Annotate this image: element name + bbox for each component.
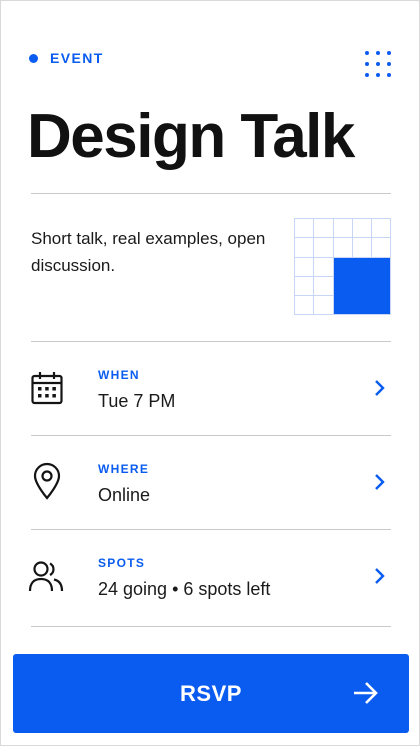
detail-row-spots[interactable]: SPOTS 24 going • 6 spots left xyxy=(28,529,391,623)
location-pin-icon xyxy=(33,462,61,500)
page-title: Design Talk xyxy=(27,102,355,171)
grid-dot xyxy=(387,73,391,77)
rsvp-button[interactable]: RSVP xyxy=(13,654,409,733)
chevron-right-icon xyxy=(375,474,385,490)
divider xyxy=(31,626,391,627)
detail-row-when[interactable]: WHEN Tue 7 PM xyxy=(31,341,391,435)
grid-dot xyxy=(376,73,380,77)
event-card-screen: EVENT Design Talk Short talk, real examp… xyxy=(0,0,420,746)
grid-dots-icon xyxy=(365,51,369,55)
arrow-right-icon xyxy=(354,682,378,704)
detail-value: Online xyxy=(98,485,151,505)
event-description: Short talk, real examples, open discussi… xyxy=(31,229,266,275)
detail-label: WHEN xyxy=(98,368,140,382)
grid-menu-button[interactable] xyxy=(365,51,395,81)
grid-dot xyxy=(365,62,369,66)
detail-row-where[interactable]: WHERE Online xyxy=(31,435,391,529)
detail-label: SPOTS xyxy=(98,556,146,570)
grid-dot xyxy=(387,62,391,66)
event-tag-label: EVENT xyxy=(50,50,104,66)
divider xyxy=(31,193,391,194)
calendar-icon xyxy=(31,372,63,405)
chevron-right-icon xyxy=(375,380,385,396)
detail-value: Tue 7 PM xyxy=(98,391,176,411)
grid-dot xyxy=(376,62,380,66)
event-tag: EVENT xyxy=(29,50,104,66)
people-icon xyxy=(28,561,64,592)
grid-dot xyxy=(376,51,380,55)
detail-label: WHERE xyxy=(98,462,150,476)
grid-dot xyxy=(387,51,391,55)
grid-dot xyxy=(365,73,369,77)
detail-value: 24 going • 6 spots left xyxy=(98,579,271,599)
grid-illustration xyxy=(294,218,391,315)
chevron-right-icon xyxy=(375,568,385,584)
rsvp-label: RSVP xyxy=(180,680,242,706)
accent-dot-icon xyxy=(29,53,38,63)
